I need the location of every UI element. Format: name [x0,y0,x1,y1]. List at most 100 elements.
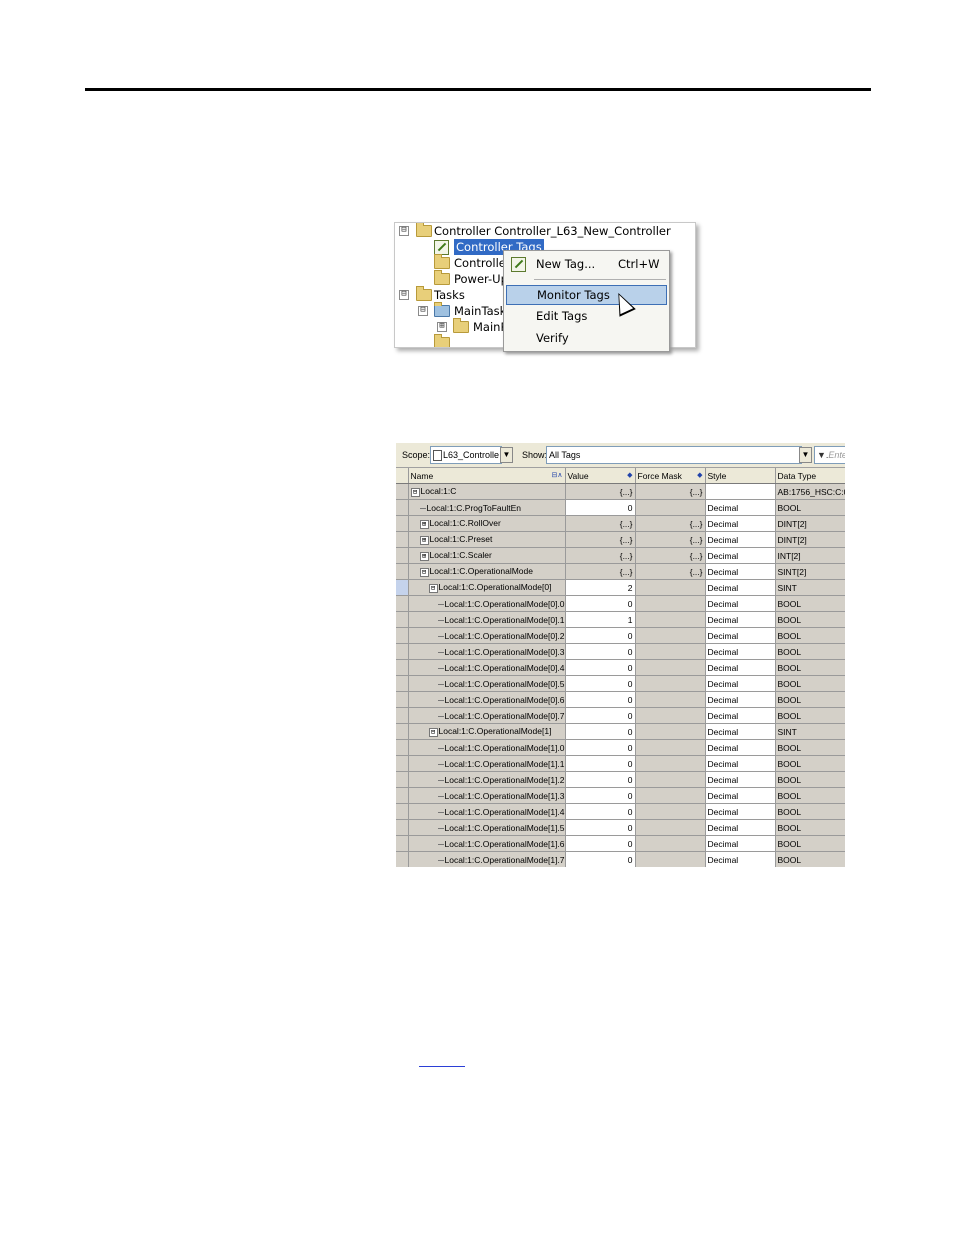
expand-icon[interactable]: ⊞ [419,551,429,561]
tag-value-cell[interactable]: 0 [565,771,636,788]
force-mask-cell[interactable] [635,595,706,612]
force-mask-cell[interactable] [635,819,706,836]
style-cell[interactable]: Decimal [705,707,776,724]
force-mask-cell[interactable] [635,707,706,724]
tag-value-cell[interactable]: 0 [565,675,636,692]
collapse-icon[interactable]: ⊟ [399,226,409,236]
table-row[interactable]: Local:1:C.OperationalMode[1].5 0 Decimal BO… [396,819,845,836]
tag-value-cell[interactable]: 1 [565,611,636,628]
data-type-cell[interactable]: BOOL [775,755,845,772]
style-cell[interactable]: Decimal [705,675,776,692]
tag-name-cell[interactable]: ⊟ Local:1:C.OperationalMode [408,563,566,580]
table-row[interactable]: Local:1:C.OperationalMode[0].5 0 Decimal BO… [396,675,845,692]
row-selector[interactable] [396,531,409,548]
row-selector[interactable] [396,739,409,756]
tag-name-cell[interactable]: Local:1:C.OperationalMode[0].0 [408,595,566,612]
tag-value-cell[interactable]: 0 [565,787,636,804]
tag-name-cell[interactable]: Local:1:C.OperationalMode[1].3 [408,787,566,804]
tag-value-cell[interactable]: 0 [565,627,636,644]
force-mask-cell[interactable] [635,643,706,660]
data-type-cell[interactable]: AB:1756_HSC:C:0 [775,483,845,500]
tag-value-cell[interactable]: 0 [565,739,636,756]
tag-name-cell[interactable]: ⊟ Local:1:C [408,483,566,500]
style-cell[interactable]: Decimal [705,851,776,867]
table-row[interactable]: Local:1:C.OperationalMode[1].7 0 Decimal BO… [396,851,845,867]
column-header-name[interactable]: Name ⊟∧ [408,468,566,484]
tag-name-cell[interactable]: Local:1:C.OperationalMode[1].2 [408,771,566,788]
hyperlink-underline[interactable] [419,1066,465,1067]
row-selector[interactable] [396,611,409,628]
tag-value-cell[interactable]: 0 [565,691,636,708]
expand-icon[interactable]: ⊞ [419,519,429,529]
style-cell[interactable]: Decimal [705,547,776,564]
force-mask-cell[interactable]: {...} [635,547,706,564]
row-selector[interactable] [396,563,409,580]
data-type-cell[interactable]: BOOL [775,771,845,788]
column-header-force-mask[interactable]: Force Mask ◆ [635,468,706,484]
style-cell[interactable]: Decimal [705,531,776,548]
force-mask-cell[interactable] [635,691,706,708]
force-mask-cell[interactable] [635,659,706,676]
style-cell[interactable]: Decimal [705,611,776,628]
force-mask-cell[interactable]: {...} [635,515,706,532]
tag-name-cell[interactable]: ⊞ Local:1:C.RollOver [408,515,566,532]
force-mask-cell[interactable] [635,787,706,804]
data-type-cell[interactable]: BOOL [775,803,845,820]
table-row[interactable]: Local:1:C.OperationalMode[1].3 0 Decimal BO… [396,787,845,804]
scope-select[interactable]: L63_Controlle [430,446,502,464]
tag-value-cell[interactable]: 0 [565,835,636,852]
force-mask-cell[interactable] [635,499,706,516]
style-cell[interactable]: Decimal [705,643,776,660]
row-selector[interactable] [396,483,409,500]
tag-value-cell[interactable]: 0 [565,659,636,676]
style-cell[interactable]: Decimal [705,835,776,852]
tag-value-cell[interactable]: 0 [565,819,636,836]
table-row[interactable]: Local:1:C.OperationalMode[0].0 0 Decimal BO… [396,595,845,612]
tag-name-cell[interactable]: Local:1:C.OperationalMode[1].5 [408,819,566,836]
style-cell[interactable]: Decimal [705,755,776,772]
force-mask-cell[interactable] [635,739,706,756]
table-row[interactable]: Local:1:C.OperationalMode[0].1 1 Decimal BO… [396,611,845,628]
style-cell[interactable]: Decimal [705,787,776,804]
row-selector[interactable] [396,755,409,772]
style-cell[interactable]: Decimal [705,771,776,788]
row-selector[interactable] [396,499,409,516]
data-type-cell[interactable]: SINT [775,723,845,740]
column-header-style[interactable]: Style [705,468,776,484]
style-cell[interactable]: Decimal [705,515,776,532]
tag-value-cell[interactable]: {...} [565,563,636,580]
row-selector[interactable] [396,515,409,532]
table-row[interactable]: ⊞ Local:1:C.Preset {...} {...} Decimal DINT[2… [396,531,845,548]
table-row[interactable]: Local:1:C.OperationalMode[1].6 0 Decimal BO… [396,835,845,852]
force-mask-cell[interactable] [635,803,706,820]
expand-icon[interactable]: ⊞ [419,535,429,545]
column-header-value[interactable]: Value ◆ [565,468,636,484]
row-selector[interactable] [396,835,409,852]
tag-value-cell[interactable]: 0 [565,803,636,820]
force-mask-cell[interactable]: {...} [635,531,706,548]
force-mask-cell[interactable] [635,771,706,788]
row-selector[interactable] [396,803,409,820]
data-type-cell[interactable]: BOOL [775,499,845,516]
tag-name-cell[interactable]: Local:1:C.OperationalMode[1].6 [408,835,566,852]
data-type-cell[interactable]: BOOL [775,707,845,724]
expand-icon[interactable]: ⊞ [437,322,447,332]
data-type-cell[interactable]: BOOL [775,835,845,852]
force-mask-cell[interactable] [635,627,706,644]
menu-item-new-tag[interactable]: New Tag... Ctrl+W [506,254,665,274]
tag-value-cell[interactable]: 0 [565,707,636,724]
data-type-cell[interactable]: BOOL [775,659,845,676]
row-selector[interactable] [396,723,409,740]
style-cell[interactable]: Decimal [705,627,776,644]
tag-name-cell[interactable]: Local:1:C.OperationalMode[0].5 [408,675,566,692]
data-type-cell[interactable]: SINT [775,579,845,596]
filter-input[interactable]: ▼.Ente [814,446,845,464]
collapse-icon[interactable]: ⊟ [418,306,428,316]
tag-value-cell[interactable]: 2 [565,579,636,596]
tag-value-cell[interactable]: 0 [565,499,636,516]
force-mask-cell[interactable] [635,835,706,852]
tag-name-cell[interactable]: ⊞ Local:1:C.Scaler [408,547,566,564]
menu-item-verify[interactable]: Verify [506,328,665,348]
table-row[interactable]: Local:1:C.OperationalMode[0].4 0 Decimal BO… [396,659,845,676]
table-row[interactable]: Local:1:C.OperationalMode[0].3 0 Decimal BO… [396,643,845,660]
